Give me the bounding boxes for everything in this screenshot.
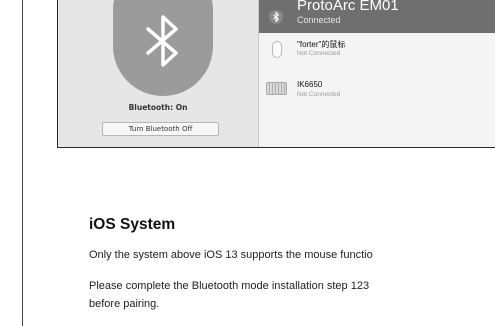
bluetooth-icon (269, 10, 283, 24)
device-row-ik6650[interactable]: IK6650 Not Connected (259, 78, 495, 108)
device-name: ProtoArc EM01 (297, 0, 399, 14)
bluetooth-status-label: Bluetooth: On (128, 103, 188, 112)
turn-bluetooth-off-button[interactable]: Turn Bluetooth Off (102, 122, 219, 136)
bluetooth-preferences-screenshot: Bluetooth: On Turn Bluetooth Off ProtoAr… (57, 0, 495, 148)
device-status: Not Connected (297, 91, 341, 98)
keyboard-icon (266, 82, 287, 95)
device-list: ProtoArc EM01 Connected "forter"的鼠标 Not … (258, 0, 495, 147)
device-status: Not Connected (297, 50, 341, 57)
device-name: "forter"的鼠标 (297, 40, 346, 49)
device-name: IK6650 (297, 80, 323, 89)
page-left-rule (22, 0, 23, 326)
bluetooth-icon (146, 15, 178, 67)
device-status: Connected (297, 15, 341, 25)
bluetooth-large-icon (113, 0, 213, 96)
paragraph-ios-support: Only the system above iOS 13 supports th… (89, 249, 373, 261)
device-row-protoarc[interactable]: ProtoArc EM01 Connected (259, 0, 495, 33)
paragraph-pairing-steps: Please complete the Bluetooth mode insta… (89, 278, 495, 313)
section-title: iOS System (89, 216, 176, 233)
paragraph-line: before pairing. (89, 297, 160, 310)
mouse-icon (272, 41, 282, 58)
paragraph-line: Please complete the Bluetooth mode insta… (89, 280, 370, 292)
device-row-forter-mouse[interactable]: "forter"的鼠标 Not Connected (259, 37, 495, 67)
bluetooth-status-pane: Bluetooth: On Turn Bluetooth Off (58, 0, 258, 147)
